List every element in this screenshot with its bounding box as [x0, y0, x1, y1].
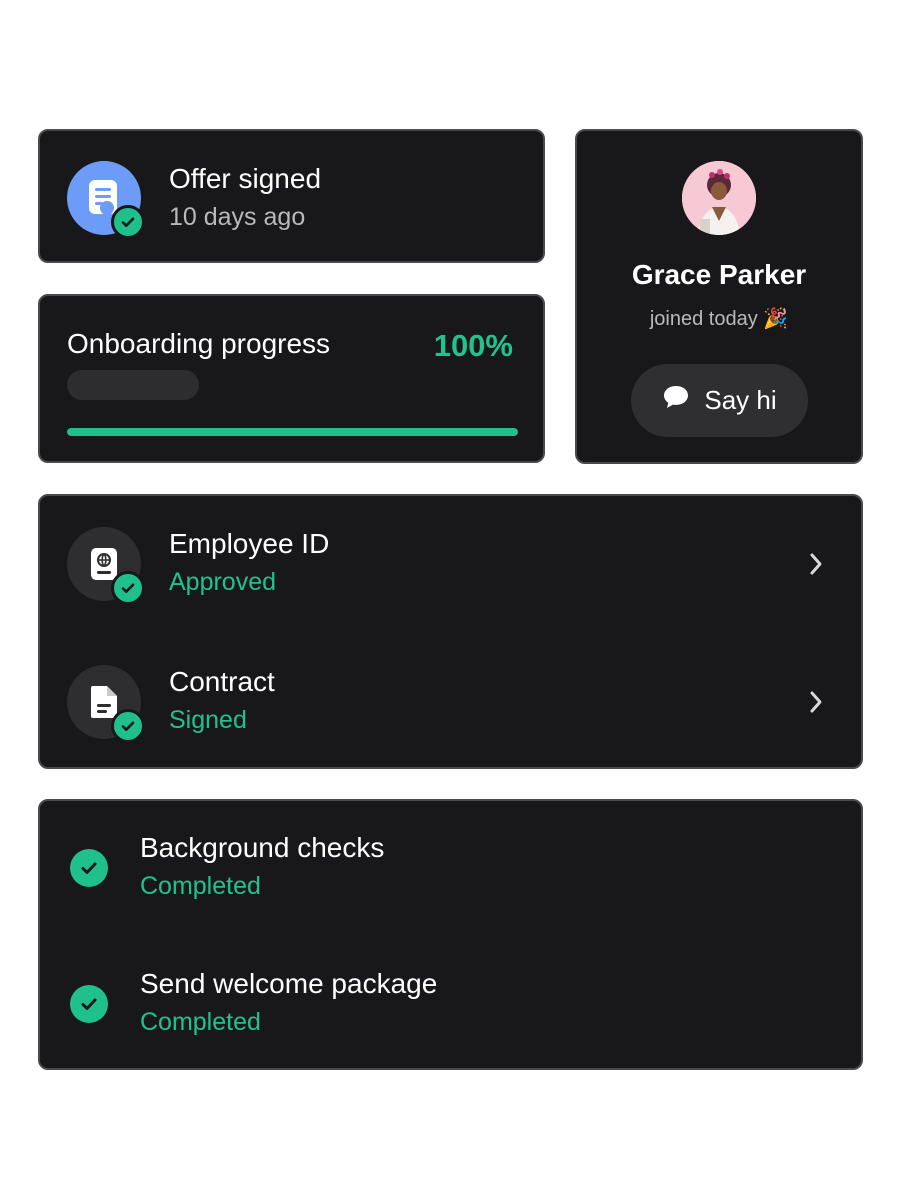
profile-card: Grace Parker joined today 🎉 Say hi	[575, 129, 863, 464]
offer-signed-card: Offer signed 10 days ago	[38, 129, 545, 263]
list-item-contract[interactable]: Contract Signed	[40, 652, 861, 762]
offer-title: Offer signed	[169, 163, 322, 194]
list-item-send-welcome-package: Send welcome package Completed	[40, 963, 861, 1063]
progress-percent: 100%	[433, 328, 513, 363]
offer-subtitle: 10 days ago	[169, 203, 306, 231]
list-item-background-checks: Background checks Completed	[40, 827, 861, 927]
documents-card: Employee ID Approved Contract Signed	[38, 494, 863, 769]
task-title: Send welcome package	[140, 968, 438, 999]
check-circle-icon	[70, 849, 108, 887]
progress-bar	[67, 428, 518, 436]
document-status: Approved	[169, 568, 277, 596]
task-status: Completed	[140, 1008, 261, 1036]
check-icon	[111, 571, 145, 605]
check-circle-icon	[70, 985, 108, 1023]
task-status: Completed	[140, 872, 261, 900]
profile-name: Grace Parker	[631, 259, 807, 290]
progress-bar-fill	[67, 428, 518, 436]
document-status: Signed	[169, 706, 247, 734]
check-icon	[111, 205, 145, 239]
progress-title: Onboarding progress	[67, 328, 331, 359]
say-hi-label: Say hi	[704, 385, 777, 415]
onboarding-progress-card: Onboarding progress 100%	[38, 294, 545, 463]
task-title: Background checks	[140, 832, 385, 863]
check-icon	[111, 709, 145, 743]
say-hi-button[interactable]: Say hi	[631, 364, 808, 437]
progress-placeholder-pill	[67, 370, 199, 400]
document-title: Contract	[169, 666, 275, 697]
list-item-employee-id[interactable]: Employee ID Approved	[40, 514, 861, 624]
chevron-right-icon[interactable]	[801, 687, 831, 717]
avatar[interactable]	[682, 161, 756, 235]
chevron-right-icon[interactable]	[801, 549, 831, 579]
document-title: Employee ID	[169, 528, 330, 559]
profile-status: joined today 🎉	[649, 308, 789, 330]
tasks-card: Background checks Completed Send welcome…	[38, 799, 863, 1070]
chat-bubble-icon	[662, 384, 690, 417]
